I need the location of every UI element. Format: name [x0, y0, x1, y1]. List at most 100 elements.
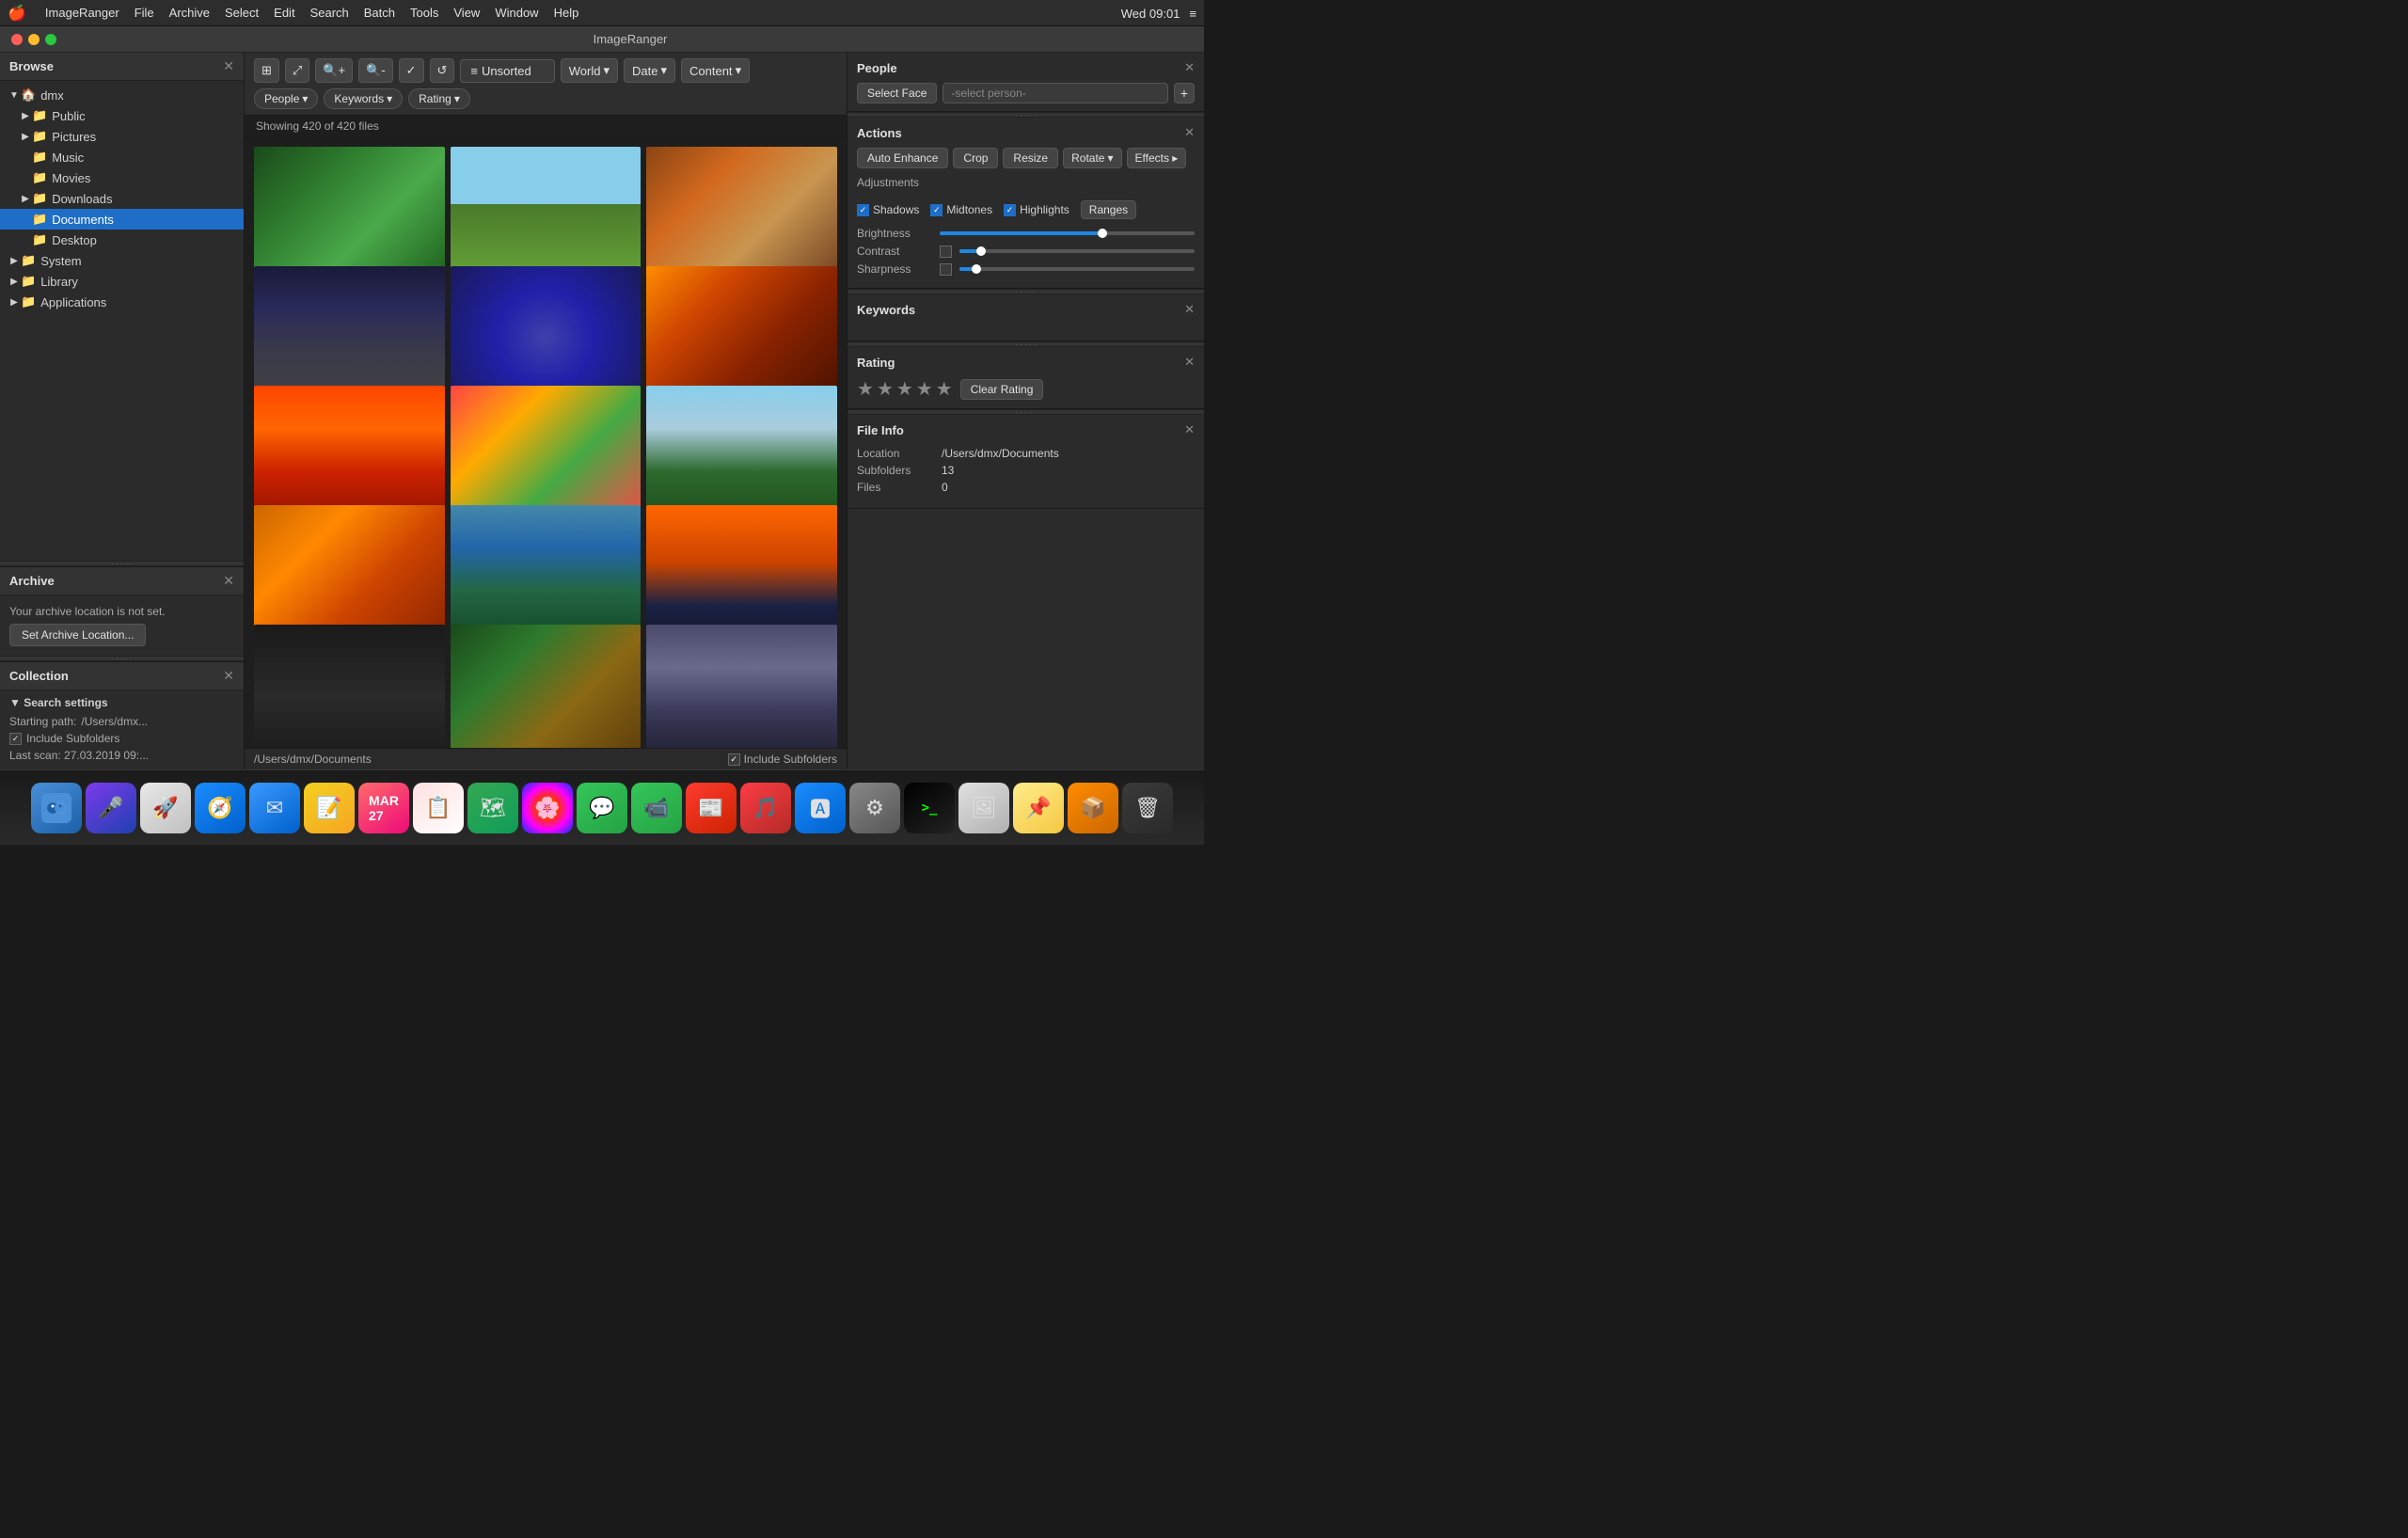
include-subfolders-statusbar-checkbox[interactable]: ✓ — [728, 753, 740, 766]
menubar-help[interactable]: Help — [547, 4, 587, 22]
dock-preview[interactable]: 🖼 — [958, 783, 1009, 833]
star-3[interactable]: ★ — [896, 377, 913, 401]
tree-item-applications[interactable]: ▶ 📁 Applications — [0, 292, 244, 312]
tree-item-public[interactable]: ▶ 📁 Public — [0, 105, 244, 126]
clear-rating-button[interactable]: Clear Rating — [960, 379, 1044, 400]
dock-maps[interactable]: 🗺 — [467, 783, 518, 833]
sharpness-checkbox[interactable] — [940, 263, 952, 276]
menubar-select[interactable]: Select — [217, 4, 266, 22]
dock-archiver[interactable]: 📦 — [1068, 783, 1118, 833]
dock-appstore[interactable]: 🅰 — [795, 783, 846, 833]
dock-siri[interactable]: 🎤 — [86, 783, 136, 833]
menubar-app-name[interactable]: ImageRanger — [38, 4, 127, 22]
dock-systemprefs[interactable]: ⚙ — [849, 783, 900, 833]
rotate-button[interactable]: Rotate ▾ — [1063, 148, 1121, 168]
fullscreen-button[interactable]: ⤢ — [285, 58, 309, 83]
menubar-search[interactable]: Search — [303, 4, 356, 22]
dock-messages[interactable]: 💬 — [577, 783, 627, 833]
shadows-checkbox-icon[interactable]: ✓ — [857, 204, 869, 216]
highlights-checkbox-icon[interactable]: ✓ — [1004, 204, 1016, 216]
dock-trash[interactable]: 🗑 — [1122, 783, 1173, 833]
dock-reminders[interactable]: 📋 — [413, 783, 464, 833]
apple-menu-icon[interactable]: 🍎 — [8, 4, 26, 23]
dock-stickies[interactable]: 📌 — [1013, 783, 1064, 833]
sharpness-slider[interactable] — [959, 267, 1195, 271]
dock-music[interactable]: 🎵 — [740, 783, 791, 833]
dock-news[interactable]: 📰 — [686, 783, 737, 833]
people-filter-button[interactable]: People ▾ — [254, 88, 318, 109]
dock-notes[interactable]: 📝 — [304, 783, 355, 833]
dock-safari[interactable]: 🧭 — [195, 783, 246, 833]
actions-panel-close[interactable]: ✕ — [1184, 125, 1195, 140]
archive-close-button[interactable]: ✕ — [223, 573, 234, 589]
dock-finder[interactable] — [31, 783, 82, 833]
ranges-button[interactable]: Ranges — [1081, 200, 1136, 219]
crop-button[interactable]: Crop — [953, 148, 998, 168]
date-sort-button[interactable]: Date ▾ — [624, 58, 675, 83]
set-archive-location-button[interactable]: Set Archive Location... — [9, 624, 146, 646]
sort-dropdown[interactable]: ≡ Unsorted — [460, 59, 554, 83]
rating-filter-button[interactable]: Rating ▾ — [408, 88, 470, 109]
menubar-archive[interactable]: Archive — [162, 4, 217, 22]
include-subfolders-row[interactable]: ✓ Include Subfolders — [9, 730, 234, 747]
tree-item-library[interactable]: ▶ 📁 Library — [0, 271, 244, 292]
content-sort-button[interactable]: Content ▾ — [681, 58, 750, 83]
menubar-view[interactable]: View — [446, 4, 487, 22]
star-4[interactable]: ★ — [916, 377, 933, 401]
include-subfolders-status[interactable]: ✓ Include Subfolders — [728, 753, 837, 766]
dock-terminal[interactable]: >_ — [904, 783, 955, 833]
star-1[interactable]: ★ — [857, 377, 874, 401]
tree-item-movies[interactable]: 📁 Movies — [0, 167, 244, 188]
tree-item-documents[interactable]: 📁 Documents — [0, 209, 244, 230]
sharpness-thumb[interactable] — [972, 264, 981, 274]
effects-button[interactable]: Effects ▸ — [1127, 148, 1187, 168]
close-button[interactable] — [11, 34, 23, 45]
menubar-file[interactable]: File — [127, 4, 162, 22]
brightness-thumb[interactable] — [1098, 229, 1107, 238]
select-face-button[interactable]: Select Face — [857, 83, 937, 103]
contrast-slider[interactable] — [959, 249, 1195, 253]
add-person-button[interactable]: + — [1174, 83, 1195, 103]
tree-item-music[interactable]: 📁 Music — [0, 147, 244, 167]
highlights-check[interactable]: ✓ Highlights — [1004, 203, 1069, 216]
grid-image-14[interactable] — [451, 625, 642, 748]
menubar-window[interactable]: Window — [487, 4, 546, 22]
auto-enhance-button[interactable]: Auto Enhance — [857, 148, 948, 168]
include-subfolders-checkbox[interactable]: ✓ — [9, 733, 22, 745]
contrast-thumb[interactable] — [976, 246, 986, 256]
grid-image-13[interactable] — [254, 625, 445, 748]
dock-photos[interactable]: 🌸 — [522, 783, 573, 833]
refresh-button[interactable]: ↺ — [430, 58, 455, 83]
menubar-edit[interactable]: Edit — [266, 4, 302, 22]
menubar-batch[interactable]: Batch — [356, 4, 403, 22]
dock-facetime[interactable]: 📹 — [631, 783, 682, 833]
tree-item-system[interactable]: ▶ 📁 System — [0, 250, 244, 271]
zoom-in-button[interactable]: 🔍+ — [315, 58, 353, 83]
brightness-slider[interactable] — [940, 231, 1195, 235]
menubar-control-center-icon[interactable]: ≡ — [1189, 7, 1196, 21]
keywords-panel-close[interactable]: ✕ — [1184, 302, 1195, 317]
tree-item-desktop[interactable]: 📁 Desktop — [0, 230, 244, 250]
collection-close-button[interactable]: ✕ — [223, 668, 234, 684]
dock-calendar[interactable]: MAR27 — [358, 783, 409, 833]
check-button[interactable]: ✓ — [399, 58, 424, 83]
grid-image-15[interactable] — [646, 625, 837, 748]
contrast-checkbox[interactable] — [940, 246, 952, 258]
star-5[interactable]: ★ — [936, 377, 953, 401]
maximize-button[interactable] — [45, 34, 56, 45]
star-2[interactable]: ★ — [877, 377, 894, 401]
browse-close-button[interactable]: ✕ — [223, 58, 234, 74]
tree-item-pictures[interactable]: ▶ 📁 Pictures — [0, 126, 244, 147]
people-panel-close[interactable]: ✕ — [1184, 60, 1195, 75]
midtones-check[interactable]: ✓ Midtones — [930, 203, 992, 216]
dock-mail[interactable]: ✉ — [249, 783, 300, 833]
tree-item-downloads[interactable]: ▶ 📁 Downloads — [0, 188, 244, 209]
world-sort-button[interactable]: World ▾ — [561, 58, 618, 83]
shadows-check[interactable]: ✓ Shadows — [857, 203, 919, 216]
minimize-button[interactable] — [28, 34, 40, 45]
menubar-tools[interactable]: Tools — [403, 4, 446, 22]
file-info-panel-close[interactable]: ✕ — [1184, 422, 1195, 437]
rating-panel-close[interactable]: ✕ — [1184, 355, 1195, 370]
tree-item-dmx[interactable]: ▼ 🏠 dmx — [0, 85, 244, 105]
select-person-dropdown[interactable]: -select person- — [943, 83, 1168, 103]
